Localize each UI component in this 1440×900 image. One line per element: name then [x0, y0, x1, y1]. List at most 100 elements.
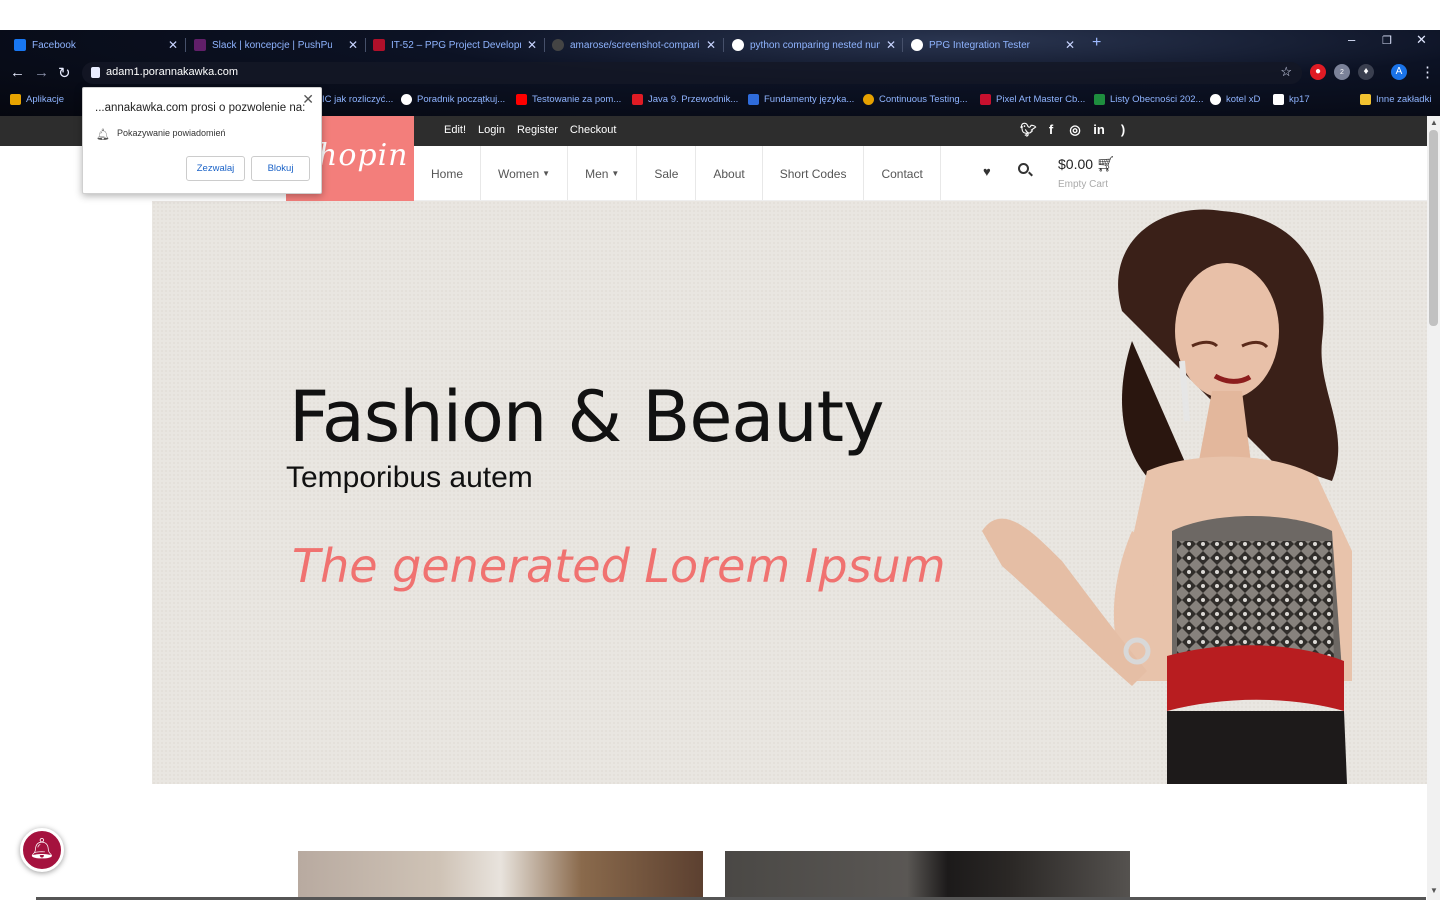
bookmark-item[interactable]: Listy Obecności 202... — [1094, 94, 1203, 105]
block-button[interactable]: Blokuj — [251, 156, 310, 181]
website: Edit! Login Register Checkout 🐦︎ f ◎ in … — [0, 116, 1440, 900]
profile-avatar[interactable]: A — [1391, 64, 1407, 80]
tab-slack[interactable]: Slack | koncepcje | PushPushGo ✕ — [194, 34, 358, 56]
bookmark-item[interactable]: IC jak rozliczyć... — [322, 94, 393, 105]
bookmark-item[interactable]: Continuous Testing... — [863, 94, 968, 105]
nav-women[interactable]: Women ▼ — [481, 146, 569, 201]
nav-sale[interactable]: Sale — [637, 146, 697, 201]
bookmark-item[interactable]: Inne zakładki — [1360, 94, 1431, 105]
google-favicon-icon — [732, 39, 744, 51]
checkout-link[interactable]: Checkout — [570, 124, 616, 136]
tab-label: Facebook — [32, 39, 76, 51]
caret-down-icon: ▼ — [542, 169, 551, 178]
bookmark-label: Aplikacje — [26, 94, 65, 105]
edit-link[interactable]: Edit! — [444, 124, 466, 136]
nav-label: Contact — [881, 166, 923, 181]
nav-men[interactable]: Men ▼ — [568, 146, 638, 201]
bookmark-item[interactable]: Aplikacje — [10, 94, 64, 105]
bookmark-item[interactable]: Poradnik początkuj... — [401, 94, 505, 105]
page-icon — [1273, 94, 1284, 105]
extension-shield-icon[interactable]: 2 — [1334, 64, 1350, 80]
nav-short-codes[interactable]: Short Codes — [763, 146, 865, 201]
bookmark-item[interactable]: Pixel Art Master Cb... — [980, 94, 1085, 105]
extension-badge: 2 — [1340, 69, 1344, 76]
cart-total[interactable]: $0.00 — [1058, 156, 1093, 172]
bookmark-star-icon[interactable]: ☆ — [1280, 64, 1292, 80]
tab-label: IT-52 – PPG Project Developmen — [391, 39, 521, 51]
nav-label: Women — [498, 166, 540, 181]
minimize-icon[interactable]: – — [1348, 32, 1355, 47]
dribbble-icon[interactable]: ◎ — [1068, 122, 1082, 138]
forward-arrow-icon[interactable]: → — [34, 64, 49, 81]
scrollbar-thumb[interactable] — [1429, 130, 1438, 326]
close-icon[interactable]: ✕ — [302, 91, 314, 108]
nav-home[interactable]: Home — [414, 146, 482, 201]
tab-jira[interactable]: IT-52 – PPG Project Developmen ✕ — [373, 34, 537, 56]
tab-github[interactable]: amarose/screenshot-comparision ✕ — [552, 34, 716, 56]
tab-google[interactable]: python comparing nested numpy ✕ — [732, 34, 896, 56]
product-thumbnail-2[interactable] — [725, 851, 1130, 900]
bell-icon: 🔔︎ — [29, 838, 55, 860]
tab-facebook[interactable]: Facebook ✕ — [14, 34, 178, 56]
address-bar[interactable]: adam1.porannakawka.com ☆ — [82, 62, 1302, 84]
tab-separator — [185, 38, 186, 52]
nav-contact[interactable]: Contact — [864, 146, 941, 201]
jira-favicon-icon — [373, 39, 385, 51]
bookmark-item[interactable]: Testowanie za pom... — [516, 94, 621, 105]
logo-text[interactable]: hopin — [318, 138, 409, 173]
udemy-icon — [748, 94, 759, 105]
bookmark-label: Listy Obecności 202... — [1110, 94, 1204, 105]
bookmark-label: Java 9. Przewodnik... — [648, 94, 739, 105]
globe-icon — [401, 94, 412, 105]
twitter-icon[interactable]: 🐦︎ — [1020, 122, 1037, 138]
bookmark-label: Pixel Art Master Cb... — [996, 94, 1086, 105]
extension-bulb-icon[interactable]: ♦ — [1358, 64, 1374, 80]
register-link[interactable]: Register — [517, 124, 558, 136]
close-window-icon[interactable]: ✕ — [1416, 32, 1427, 48]
bookmark-item[interactable]: Fundamenty języka... — [748, 94, 854, 105]
bookmark-label: Testowanie za pom... — [532, 94, 622, 105]
page-scrollbar[interactable]: ▲ ▼ — [1427, 116, 1440, 900]
screen-top-margin — [0, 0, 1440, 30]
nav-label: Sale — [654, 166, 679, 181]
hero-model-image — [982, 209, 1352, 784]
rss-icon[interactable]: ) — [1116, 122, 1130, 138]
url-text[interactable]: adam1.porannakawka.com — [106, 66, 238, 78]
tab-ppg-tester[interactable]: PPG Integration Tester ✕ — [911, 34, 1075, 56]
nav-label: Home — [431, 166, 464, 181]
scroll-up-arrow-icon[interactable]: ▲ — [1430, 118, 1438, 127]
login-link[interactable]: Login — [478, 124, 505, 136]
bookmark-item[interactable]: kp17 — [1273, 94, 1310, 105]
browser-menu-icon[interactable]: ⋮ — [1420, 63, 1435, 81]
product-thumbnail-1[interactable] — [298, 851, 703, 900]
linkedin-icon[interactable]: in — [1092, 122, 1106, 138]
extension-red-icon[interactable]: ● — [1310, 64, 1326, 80]
back-arrow-icon[interactable]: ← — [10, 64, 25, 81]
bookmark-label: Poradnik początkuj... — [417, 94, 506, 105]
notification-bell-button[interactable]: 🔔︎ — [20, 828, 64, 872]
facebook-icon[interactable]: f — [1044, 122, 1058, 138]
main-navigation: Home Women ▼ Men ▼ Sale About Short Codes … — [414, 146, 941, 201]
hero-subtitle: Temporibus autem — [286, 461, 533, 494]
bookmark-label: Inne zakładki — [1376, 94, 1432, 105]
facebook-favicon-icon — [14, 39, 26, 51]
wishlist-heart-icon[interactable]: ♥ — [983, 164, 991, 179]
bookmark-label: kp17 — [1289, 94, 1310, 105]
bookmark-label: IC jak rozliczyć... — [322, 94, 394, 105]
allow-button[interactable]: Zezwalaj — [186, 156, 245, 181]
bookmark-label: Continuous Testing... — [879, 94, 968, 105]
nav-about[interactable]: About — [696, 146, 763, 201]
bookmark-item[interactable]: Java 9. Przewodnik... — [632, 94, 738, 105]
bookmark-item[interactable]: kotel xD — [1210, 94, 1260, 105]
restore-icon[interactable]: ❐ — [1382, 34, 1392, 47]
new-tab-icon[interactable]: + — [1092, 34, 1101, 52]
scroll-down-arrow-icon[interactable]: ▼ — [1430, 886, 1438, 895]
search-icon[interactable] — [1018, 163, 1029, 174]
tab-label: amarose/screenshot-comparision — [570, 39, 700, 51]
social-links: 🐦︎ f ◎ in ) — [1020, 122, 1130, 138]
cart-icon[interactable]: 🛒︎ — [1096, 155, 1115, 173]
reload-icon[interactable]: ↻ — [58, 64, 71, 82]
tab-separator — [902, 38, 903, 52]
bell-icon: 🔔︎ — [96, 129, 110, 141]
tab-separator — [365, 38, 366, 52]
